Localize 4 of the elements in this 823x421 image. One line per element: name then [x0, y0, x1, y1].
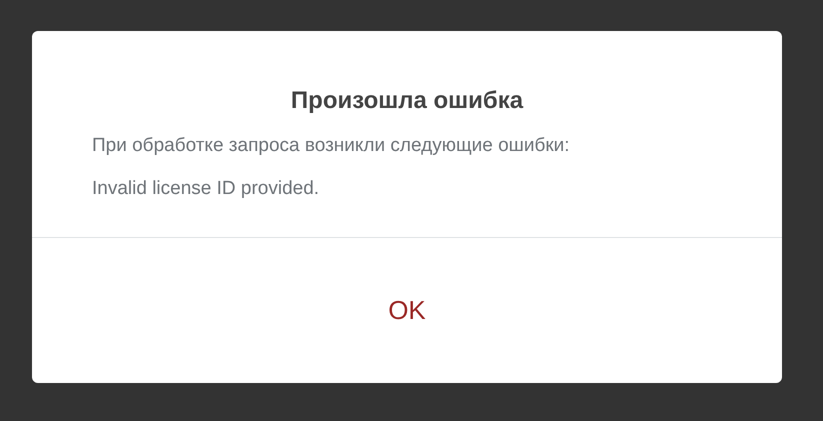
error-message: При обработке запроса возникли следующие ошибки: [92, 135, 571, 157]
dialog-title: Произошла ошибка [290, 87, 524, 115]
ok-button[interactable]: OK [376, 291, 438, 330]
error-message: Invalid license ID provided. [92, 178, 320, 200]
